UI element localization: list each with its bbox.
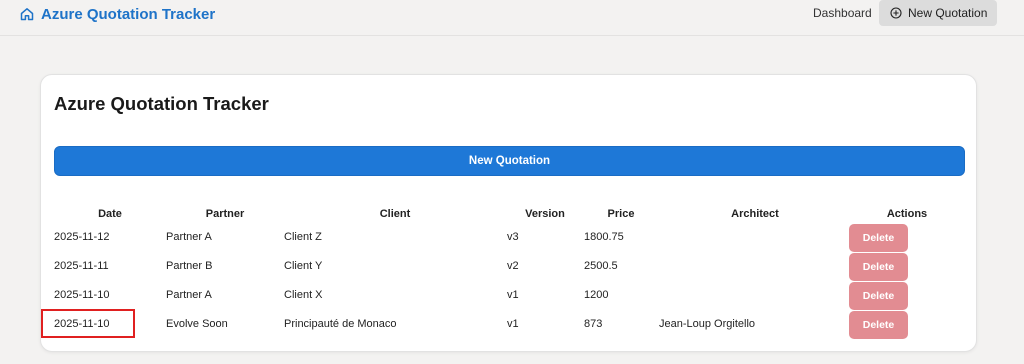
- quotation-card: Azure Quotation Tracker New Quotation Da…: [40, 74, 977, 352]
- plus-circle-icon: [890, 7, 902, 19]
- brand-link[interactable]: Azure Quotation Tracker: [20, 4, 215, 24]
- cell-price: 1200: [584, 289, 609, 301]
- table-row: 2025-11-11 Partner B Client Y v2 2500.5 …: [41, 253, 978, 281]
- column-header-client: Client: [379, 208, 411, 220]
- delete-button[interactable]: Delete: [849, 282, 908, 310]
- cell-price: 1800.75: [584, 231, 624, 243]
- cell-client: Principauté de Monaco: [284, 318, 397, 330]
- cell-date: 2025-11-10: [54, 289, 110, 301]
- cell-version: v2: [507, 260, 519, 272]
- nav-dashboard-link[interactable]: Dashboard: [813, 6, 872, 20]
- home-icon: [20, 7, 34, 21]
- delete-button[interactable]: Delete: [849, 311, 908, 339]
- cell-date: 2025-11-11: [54, 260, 109, 272]
- table-row: 2025-11-12 Partner A Client Z v3 1800.75…: [41, 224, 978, 252]
- delete-button[interactable]: Delete: [849, 253, 908, 281]
- cell-version: v1: [507, 289, 519, 301]
- cell-architect: Jean-Loup Orgitello: [659, 318, 756, 330]
- cell-date: 2025-11-12: [54, 231, 110, 243]
- page-title: Azure Quotation Tracker: [54, 93, 269, 114]
- column-header-partner: Partner: [205, 208, 245, 220]
- cell-date: 2025-11-10: [54, 318, 110, 330]
- cell-version: v1: [507, 318, 519, 330]
- cell-client: Client Y: [284, 260, 323, 272]
- cell-partner: Partner A: [166, 231, 212, 243]
- top-nav-bar: Azure Quotation Tracker Dashboard New Qu…: [0, 0, 1024, 36]
- cell-price: 873: [584, 318, 603, 330]
- new-quotation-button[interactable]: New Quotation: [54, 146, 965, 176]
- cell-client: Client Z: [284, 231, 322, 243]
- cell-partner: Partner A: [166, 289, 212, 301]
- cell-partner: Partner B: [166, 260, 213, 272]
- column-header-architect: Architect: [731, 208, 779, 220]
- cell-version: v3: [507, 231, 519, 243]
- app-title: Azure Quotation Tracker: [41, 5, 216, 23]
- table-row: 2025-11-10 Evolve Soon Principauté de Mo…: [41, 311, 978, 339]
- column-header-price: Price: [607, 208, 635, 220]
- column-header-actions: Actions: [886, 208, 928, 220]
- table-row: 2025-11-10 Partner A Client X v1 1200 De…: [41, 282, 978, 310]
- cell-price: 2500.5: [584, 260, 618, 272]
- nav-new-quotation-label: New Quotation: [908, 6, 988, 20]
- delete-button[interactable]: Delete: [849, 224, 908, 252]
- cell-client: Client X: [284, 289, 323, 301]
- nav-new-quotation-button[interactable]: New Quotation: [879, 0, 997, 26]
- column-header-date: Date: [98, 208, 122, 220]
- cell-partner: Evolve Soon: [166, 318, 228, 330]
- column-header-version: Version: [525, 208, 565, 220]
